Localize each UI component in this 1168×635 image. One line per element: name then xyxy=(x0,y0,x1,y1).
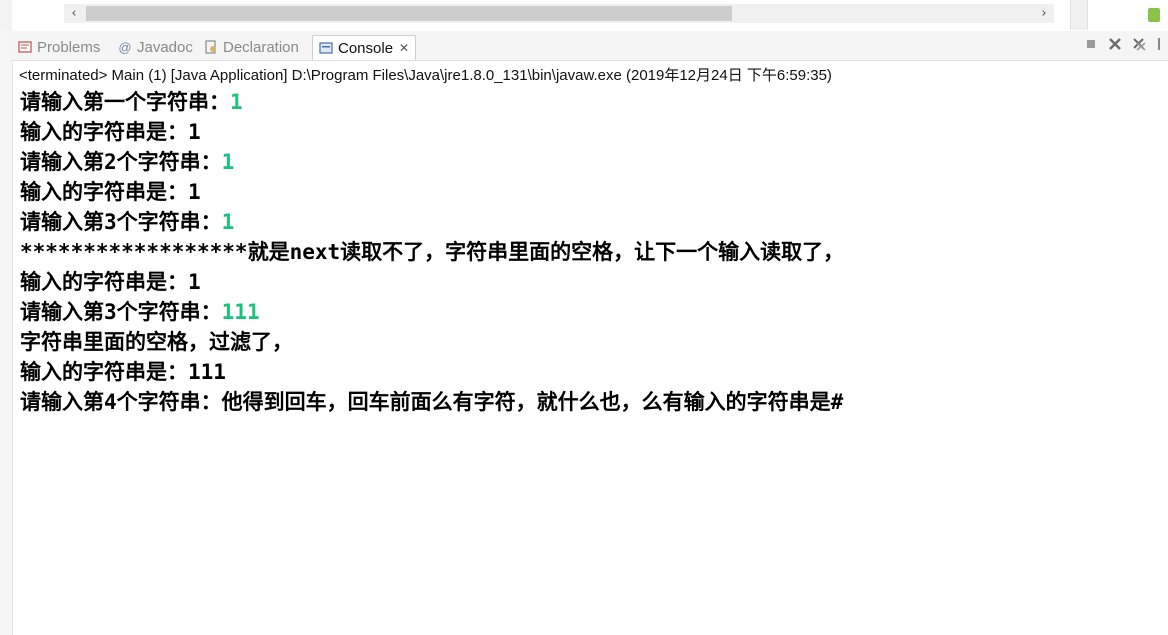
outline-icon[interactable] xyxy=(1148,8,1160,22)
console-output-text: 输入的字符串是：1 xyxy=(20,120,201,144)
tab-label: Console xyxy=(338,39,394,57)
horizontal-scrollbar[interactable]: ‹ › xyxy=(64,4,1054,23)
remove-all-terminated-icon[interactable] xyxy=(1132,37,1146,51)
tab-label: Declaration xyxy=(223,38,299,56)
console-output-text: 请输入第4个字符串：他得到回车，回车前面么有字符，就什么也，么有输入的字符串是# xyxy=(20,390,844,414)
console-user-input: 1 xyxy=(221,210,235,234)
console-user-input: 111 xyxy=(221,300,260,324)
tab-declaration[interactable]: Declaration xyxy=(204,35,299,59)
console-output[interactable]: 请输入第一个字符串：1 输入的字符串是：1 请输入第2个字符串：1 输入的字符串是：1… xyxy=(20,87,1160,417)
declaration-icon xyxy=(204,40,218,54)
console-line: 请输入第3个字符串：1 xyxy=(20,207,1160,237)
close-icon[interactable]: ✕ xyxy=(399,41,409,55)
view-tab-bar: Problems @ Javadoc Declaration Console ✕ xyxy=(12,31,1168,61)
console-output-text: 请输入第一个字符串： xyxy=(20,90,230,114)
console-line: 输入的字符串是：111 xyxy=(20,357,1160,387)
stop-icon[interactable] xyxy=(1084,37,1098,51)
console-output-text: 输入的字符串是：1 xyxy=(20,180,201,204)
console-line: 输入的字符串是：1 xyxy=(20,177,1160,207)
console-line: 字符串里面的空格，过滤了， xyxy=(20,327,1160,357)
console-output-text: 输入的字符串是：111 xyxy=(20,360,226,384)
console-line: 输入的字符串是：1 xyxy=(20,117,1160,147)
console-output-text: 请输入第3个字符串： xyxy=(20,210,222,234)
console-line: 请输入第4个字符串：他得到回车，回车前面么有字符，就什么也，么有输入的字符串是# xyxy=(20,387,1160,417)
problems-icon xyxy=(18,40,32,54)
view-menu-icon[interactable] xyxy=(1156,37,1162,51)
console-user-input: 1 xyxy=(230,90,243,114)
console-line: 输入的字符串是：1 xyxy=(20,267,1160,297)
console-line: 请输入第2个字符串：1 xyxy=(20,147,1160,177)
scroll-left-arrow[interactable]: ‹ xyxy=(64,5,84,22)
remove-launch-icon[interactable] xyxy=(1108,37,1122,51)
console-toolbar xyxy=(1084,37,1162,51)
panel-divider[interactable] xyxy=(1070,0,1088,30)
tab-console[interactable]: Console ✕ xyxy=(312,35,417,60)
console-user-input: 1 xyxy=(221,150,235,174)
scroll-right-arrow[interactable]: › xyxy=(1034,5,1054,22)
console-output-text: 字符串里面的空格，过滤了， xyxy=(20,330,293,354)
at-icon: @ xyxy=(118,39,132,55)
console-line: 请输入第一个字符串：1 xyxy=(20,87,1160,117)
console-icon xyxy=(319,41,333,55)
tab-problems[interactable]: Problems xyxy=(18,35,100,59)
console-line: ******************就是next读取不了，字符串里面的空格，让下… xyxy=(20,237,1160,267)
tab-label: Javadoc xyxy=(137,38,193,56)
console-output-text: 请输入第2个字符串： xyxy=(20,150,222,174)
scrollbar-thumb[interactable] xyxy=(86,6,732,21)
tab-javadoc[interactable]: @ Javadoc xyxy=(118,35,193,59)
console-output-text: 请输入第3个字符串： xyxy=(20,300,222,324)
tab-label: Problems xyxy=(37,38,101,56)
editor-gutter xyxy=(0,0,12,30)
left-gutter xyxy=(0,30,13,635)
editor-area-bottom: ‹ › xyxy=(0,0,1168,30)
console-status-line: <terminated> Main (1) [Java Application]… xyxy=(19,67,832,84)
console-output-text: 输入的字符串是：1 xyxy=(20,270,201,294)
console-line: 请输入第3个字符串：111 xyxy=(20,297,1160,327)
console-output-text: ******************就是next读取不了，字符串里面的空格，让下… xyxy=(20,240,845,264)
